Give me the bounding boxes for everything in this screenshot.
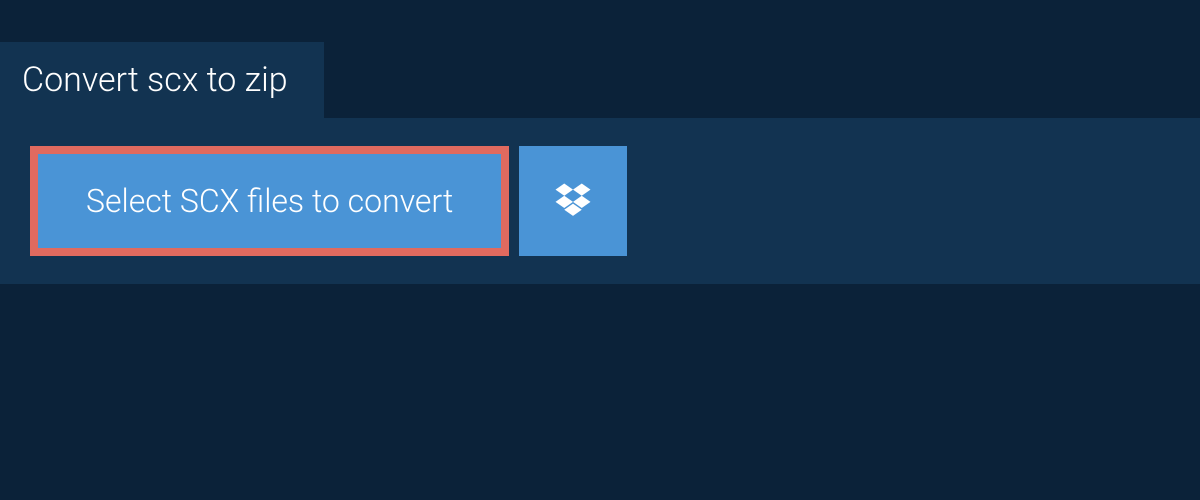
button-row: Select SCX files to convert — [30, 146, 1170, 256]
dropbox-button[interactable] — [519, 146, 627, 256]
convert-panel: Select SCX files to convert — [0, 118, 1200, 284]
select-files-label: Select SCX files to convert — [86, 182, 453, 220]
tab-label: Convert scx to zip — [22, 60, 288, 100]
tab-convert[interactable]: Convert scx to zip — [0, 42, 324, 118]
dropbox-icon — [552, 180, 594, 222]
select-files-button[interactable]: Select SCX files to convert — [30, 146, 509, 256]
